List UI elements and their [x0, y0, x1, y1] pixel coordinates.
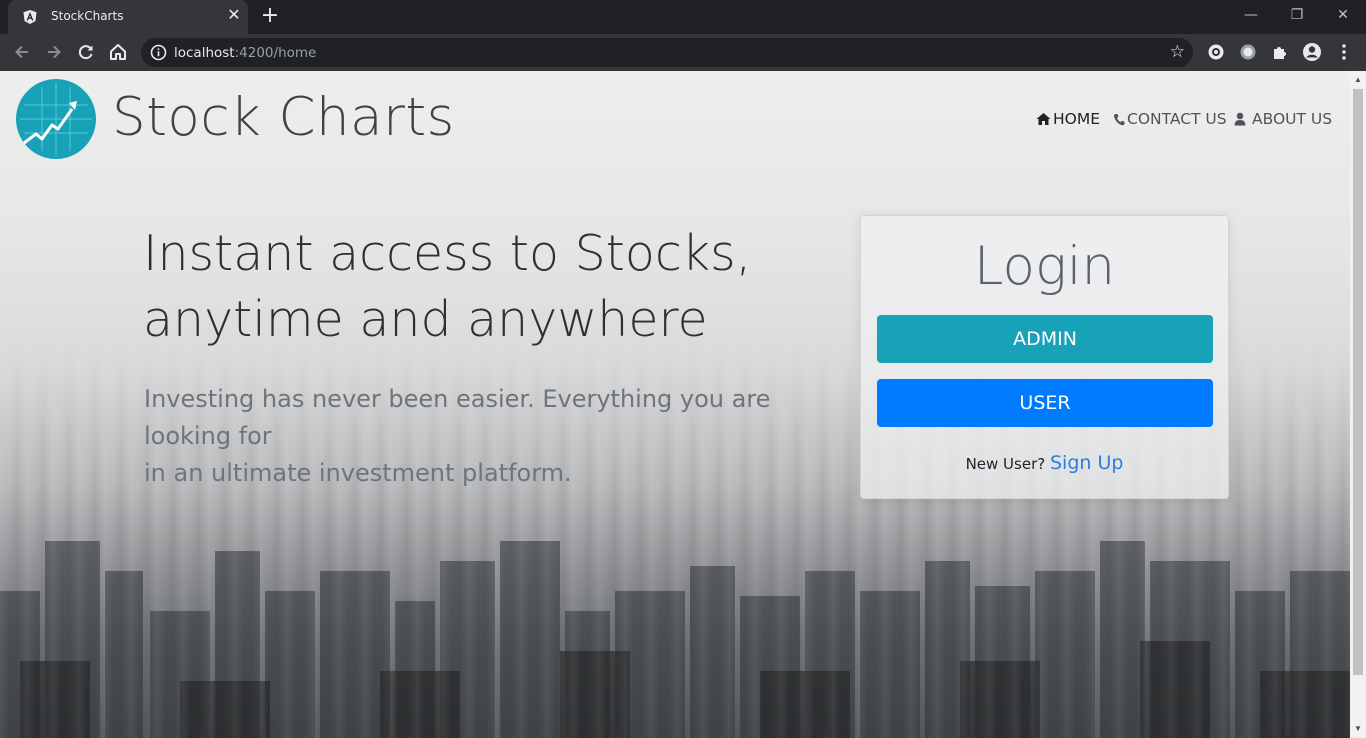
login-card: Login ADMIN USER New User? Sign Up — [860, 215, 1229, 499]
headline-line-2: anytime and anywhere — [143, 291, 708, 348]
headline-line-1: Instant access to Stocks, — [143, 225, 752, 282]
nav-home-label: HOME — [1053, 110, 1101, 128]
bookmark-star-icon[interactable]: ☆ — [1170, 42, 1185, 62]
extension-1-icon[interactable] — [1205, 41, 1227, 63]
scroll-down-icon[interactable]: ▼ — [1353, 724, 1363, 734]
admin-login-button[interactable]: ADMIN — [877, 315, 1213, 363]
page-viewport: Stock Charts HOME CONTACT US ABOUT US In… — [0, 71, 1350, 738]
nav-contact-label: CONTACT US — [1127, 110, 1227, 128]
url-path: :4200/home — [234, 45, 317, 61]
extensions-puzzle-icon[interactable] — [1269, 41, 1291, 63]
hero-subtitle: Investing has never been easier. Everyth… — [144, 381, 844, 492]
window-close-icon[interactable]: ✕ — [1320, 0, 1366, 30]
restore-icon[interactable]: ❐ — [1274, 0, 1320, 30]
signup-row: New User? Sign Up — [861, 452, 1228, 474]
login-title: Login — [973, 236, 1116, 297]
address-bar[interactable]: localhost:4200/home ☆ — [141, 38, 1193, 67]
url-text: localhost:4200/home — [174, 45, 316, 61]
nav-about-us[interactable]: ABOUT US — [1234, 110, 1332, 128]
home-browser-icon[interactable] — [105, 39, 131, 65]
hero-headline: Instant access to Stocks, anytime and an… — [143, 221, 843, 353]
scroll-up-icon[interactable]: ▲ — [1353, 75, 1363, 85]
extension-2-icon[interactable] — [1237, 41, 1259, 63]
angular-favicon-icon — [23, 10, 37, 24]
profile-avatar-icon[interactable] — [1301, 41, 1323, 63]
reload-icon[interactable] — [73, 39, 99, 65]
nav-about-label: ABOUT US — [1252, 110, 1333, 128]
subtitle-line-1: Investing has never been easier. Everyth… — [144, 385, 771, 450]
new-tab-button[interactable]: + — [259, 5, 281, 28]
stockcharts-logo-icon[interactable] — [16, 79, 96, 159]
minimize-icon[interactable]: — — [1228, 0, 1274, 30]
browser-menu-icon[interactable] — [1333, 41, 1355, 63]
site-info-icon[interactable] — [150, 44, 167, 61]
phone-icon — [1113, 113, 1125, 125]
new-user-text: New User? — [965, 455, 1046, 473]
url-host: localhost — [174, 45, 235, 61]
browser-tab[interactable]: StockCharts ✕ — [8, 0, 248, 34]
tab-title: StockCharts — [51, 9, 124, 23]
tab-close-icon[interactable]: ✕ — [225, 7, 243, 25]
user-login-button[interactable]: USER — [877, 379, 1213, 427]
forward-arrow-icon[interactable] — [41, 39, 67, 65]
home-icon — [1036, 113, 1051, 125]
page-scrollbar[interactable]: ▲ ▼ — [1350, 71, 1366, 738]
browser-tabstrip: StockCharts ✕ + — ❐ ✕ — [0, 0, 1366, 34]
nav-contact-us[interactable]: CONTACT US — [1113, 110, 1227, 128]
user-icon — [1234, 112, 1246, 126]
browser-toolbar: localhost:4200/home ☆ — [0, 34, 1366, 71]
back-arrow-icon[interactable] — [9, 39, 35, 65]
scroll-thumb[interactable] — [1353, 89, 1363, 675]
subtitle-line-2: in an ultimate investment platform. — [144, 459, 572, 487]
nav-home[interactable]: HOME — [1036, 110, 1100, 128]
brand-name[interactable]: Stock Charts — [112, 87, 455, 148]
sign-up-link[interactable]: Sign Up — [1050, 452, 1123, 474]
